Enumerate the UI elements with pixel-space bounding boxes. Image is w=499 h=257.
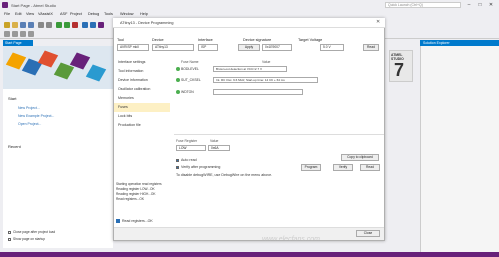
read-voltage-button[interactable]: Read [363,44,379,51]
divider [174,134,384,135]
fuse-register-header: Fuse Register [176,139,198,143]
quick-launch-input[interactable]: Quick Launch (Ctrl+Q) [385,2,461,8]
menu-vassistx[interactable]: VAssistX [38,12,53,16]
status-info-icon [116,219,120,223]
target-voltage-value: 5.0 V [320,44,344,51]
maximize-button[interactable]: □ [475,1,485,9]
nav-fuses[interactable]: Fuses [114,103,170,112]
fuse-value-select[interactable]: Brown-out detection at VCC=2.7 V [213,66,287,72]
nav-interface-settings[interactable]: Interface settings [114,58,170,67]
close-window-button[interactable]: ✕ [486,1,496,9]
watermark: www.elecfans.com [262,236,320,243]
new-project-icon[interactable] [4,22,10,28]
open-folder-icon[interactable] [12,22,18,28]
logo-version: 7 [394,60,405,80]
extension-icon[interactable] [98,22,104,28]
solution-explorer-title: Solution Explorer [420,40,499,46]
tool-label: Tool [117,38,124,42]
nav-production-file[interactable]: Production file [114,121,170,130]
interface-label: Interface [198,38,213,42]
solution-explorer-panel [420,40,499,254]
save-icon[interactable] [20,22,26,28]
open-project-link[interactable]: Open Project... [18,122,41,126]
minimize-button[interactable]: – [464,1,474,9]
status-bar [0,252,499,257]
menu-window[interactable]: Window [120,12,134,16]
auto-read-checkbox[interactable]: Auto read [176,158,197,162]
app-icon [2,2,8,8]
program-button[interactable]: Program [301,164,321,171]
fuse-name: WDTON [181,90,194,94]
stop-icon[interactable] [72,22,78,28]
nav-tool-information[interactable]: Tool information [114,67,170,76]
menu-tools[interactable]: Tools [104,12,113,16]
close-after-load-checkbox[interactable]: Close page after project load [8,230,55,234]
step-into-icon[interactable] [4,31,10,37]
start-heading: Start [8,96,17,101]
step-over-icon[interactable] [12,31,18,37]
nav-device-information[interactable]: Device information [114,76,170,85]
read-button[interactable]: Read [360,164,380,171]
fuse-status-icon [176,67,180,71]
interface-select[interactable]: ISP [198,44,218,51]
device-signature-value: 0x1E9007 [262,44,292,51]
save-all-icon[interactable] [28,22,34,28]
breakpoint-icon[interactable] [28,31,34,37]
fuse-status-icon [176,90,180,94]
register-value-input[interactable]: 0x6A [208,145,230,151]
recent-heading: Recent [8,144,21,149]
register-value-header: Value [210,139,219,143]
undo-icon[interactable] [38,22,44,28]
settings-icon[interactable] [90,22,96,28]
fuse-value-header: Value [262,60,271,64]
device-select[interactable]: ATtiny13 [152,44,194,51]
device-label: Device [152,38,164,42]
dialog-close-icon[interactable]: ✕ [376,19,380,25]
menu-project[interactable]: Project [70,12,82,16]
fuse-status-icon [176,78,180,82]
new-project-link[interactable]: New Project... [18,106,40,110]
dialog-status: Read registers...OK [122,219,153,223]
fuse-value-select[interactable] [213,89,303,95]
continue-icon[interactable] [64,22,70,28]
step-out-icon[interactable] [20,31,26,37]
dialog-footer [114,227,384,240]
log-line: Reading register HIGH...OK [116,192,156,196]
log-line: Read registers...OK [116,197,144,201]
start-debug-icon[interactable] [56,22,62,28]
close-button[interactable]: Close [356,230,380,237]
redo-icon[interactable] [46,22,52,28]
register-name: LOW [176,145,206,151]
dialog-title: ATtiny13 - Device Programming [120,21,174,25]
menu-help[interactable]: Help [140,12,148,16]
log-line: Reading register LOW...OK [116,187,155,191]
start-page-banner [3,46,113,89]
verify-button[interactable]: Verify [333,164,353,171]
show-on-startup-checkbox[interactable]: Show page on startup [8,237,45,241]
fuse-value-select[interactable]: Int. RC Osc. 9.6 MHz; Start-up time: 14 … [213,77,318,83]
apply-button[interactable]: Apply [238,44,260,51]
banner-cube [85,64,107,82]
nav-oscillator-calibration[interactable]: Oscillator calibration [114,85,170,94]
device-signature-label: Device signature [243,38,272,42]
menu-debug[interactable]: Debug [88,12,99,16]
fuse-name: SUT_CKSEL [181,78,201,82]
copy-to-clipboard-button[interactable]: Copy to clipboard [341,154,379,161]
nav-lock-bits[interactable]: Lock bits [114,112,170,121]
debugwire-note: To disable debugWIRE, use DebugWire on t… [176,173,273,177]
device-programming-icon[interactable] [82,22,88,28]
new-example-project-link[interactable]: New Example Project... [18,114,54,118]
tool-select[interactable]: AVRISP mkII [117,44,149,51]
menu-asf[interactable]: ASF [60,12,67,16]
menu-edit[interactable]: Edit [15,12,22,16]
fuse-name: BODLEVEL [181,67,199,71]
log-line: Starting operation read registers [116,182,162,186]
window-title: Start Page - Atmel Studio [11,3,56,8]
nav-memories[interactable]: Memories [114,94,170,103]
fuse-name-header: Fuse Name [181,60,199,64]
verify-after-programming-checkbox[interactable]: Verify after programming [176,165,220,169]
menu-file[interactable]: File [4,12,10,16]
menu-view[interactable]: View [26,12,34,16]
target-voltage-label: Target Voltage [298,38,323,42]
